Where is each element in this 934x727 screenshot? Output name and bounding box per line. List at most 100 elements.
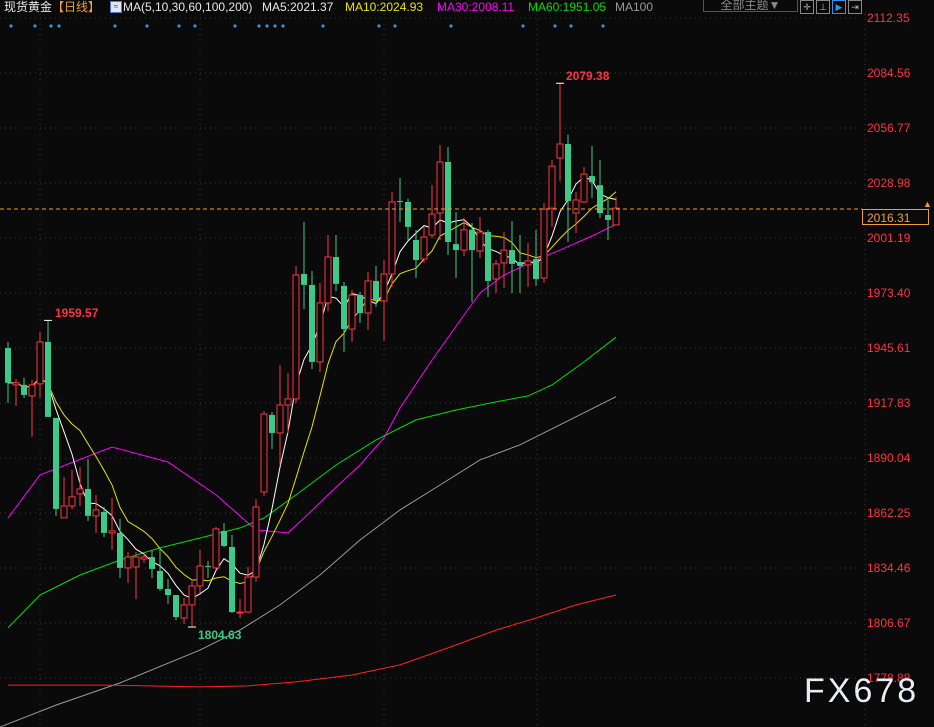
candle-body — [460, 229, 468, 251]
candle-body — [333, 256, 339, 284]
candle-body — [492, 263, 500, 280]
candle-body — [580, 173, 588, 203]
axis-icon[interactable]: ⊥ — [816, 0, 830, 14]
candle-body — [301, 274, 307, 285]
candle — [517, 235, 523, 294]
ma-chart-icon[interactable]: ≈ — [110, 1, 122, 13]
candle — [333, 235, 339, 292]
event-marker — [177, 24, 181, 28]
candle-body — [292, 274, 300, 400]
candlestick-chart[interactable] — [0, 0, 934, 727]
current-price-box: 2016.31 — [862, 209, 929, 225]
local-high-label: 1959.57 — [55, 306, 99, 320]
moving-average-lines — [0, 176, 617, 727]
candle-body — [45, 341, 51, 417]
event-marker — [145, 24, 149, 28]
candle-body — [533, 258, 539, 279]
candle — [605, 199, 611, 240]
exit-icon[interactable]: ⇥ — [848, 0, 862, 14]
candle-body — [388, 201, 396, 275]
candle-body — [445, 161, 451, 242]
candle-body — [540, 208, 548, 279]
candle — [341, 281, 347, 352]
theme-dropdown[interactable]: 全部主题▼ — [703, 0, 798, 12]
candle-body — [524, 260, 532, 266]
candle-body — [517, 261, 523, 266]
high-label: 2079.38 — [566, 69, 610, 83]
candle-body — [476, 231, 484, 252]
event-marker — [601, 24, 605, 28]
candle — [436, 144, 444, 240]
candle — [572, 191, 580, 234]
candle-body — [149, 557, 155, 569]
low-label: 1804.63 — [198, 628, 242, 642]
candle — [469, 222, 475, 302]
event-marker — [113, 24, 117, 28]
ma10-value: MA10:2024.93 — [345, 0, 424, 14]
candle-body — [469, 229, 475, 251]
candle — [388, 191, 396, 287]
candle — [565, 134, 571, 242]
candle-body — [612, 207, 620, 226]
candle-body — [36, 341, 44, 385]
candle-body — [157, 570, 163, 589]
candle-body — [589, 176, 595, 183]
candle — [92, 494, 100, 533]
candle-body — [509, 250, 515, 264]
candle-body — [260, 413, 268, 493]
candle-body — [85, 488, 91, 516]
candle-body — [60, 505, 68, 519]
candle-body — [364, 280, 372, 314]
candle-body — [173, 595, 179, 618]
scroll-up-arrow-icon[interactable]: ▲ — [923, 199, 932, 209]
candle-body — [196, 565, 204, 587]
y-tick-label: 1945.61 — [867, 341, 911, 355]
event-marker — [321, 24, 325, 28]
event-marker — [553, 24, 557, 28]
candle — [85, 458, 91, 522]
crosshair-icon[interactable]: ✛ — [800, 0, 814, 14]
y-tick-label: 1917.83 — [867, 396, 911, 410]
candle-body — [236, 611, 244, 614]
candle — [53, 417, 59, 516]
candle — [196, 549, 204, 594]
candle — [180, 598, 188, 624]
candle — [316, 282, 324, 372]
candle — [28, 379, 36, 437]
candle-body — [397, 200, 403, 202]
y-tick-label: 1890.04 — [867, 451, 911, 465]
candle — [485, 229, 491, 297]
play-icon[interactable]: ▶ — [832, 0, 846, 14]
candle — [413, 229, 419, 278]
candle — [5, 341, 11, 403]
candle — [269, 411, 275, 449]
candle — [149, 550, 155, 579]
event-marker — [281, 24, 285, 28]
candle — [309, 270, 315, 370]
candle — [76, 466, 84, 506]
candle — [301, 221, 307, 309]
candle — [60, 476, 68, 519]
symbol-title: 现货黄金 — [4, 0, 53, 14]
candle — [221, 522, 227, 547]
candle — [357, 292, 363, 323]
candle — [45, 320, 51, 417]
period-label[interactable]: 【日线】 — [52, 0, 100, 14]
event-marker — [193, 24, 197, 28]
ma-params: MA(5,10,30,60,100,200) — [123, 0, 253, 14]
candle-body — [269, 414, 275, 433]
candle — [589, 145, 595, 199]
candle-body — [244, 576, 252, 613]
candle — [524, 242, 532, 287]
candle — [492, 259, 500, 294]
candle — [292, 265, 300, 403]
candle-body — [252, 506, 260, 578]
candle-body — [348, 294, 356, 330]
candle — [124, 551, 132, 583]
candle-body — [12, 382, 20, 386]
candle-body — [108, 530, 116, 534]
event-markers — [9, 24, 605, 28]
ma5-line — [8, 176, 617, 599]
candle — [476, 217, 484, 258]
candle-body — [188, 585, 196, 606]
